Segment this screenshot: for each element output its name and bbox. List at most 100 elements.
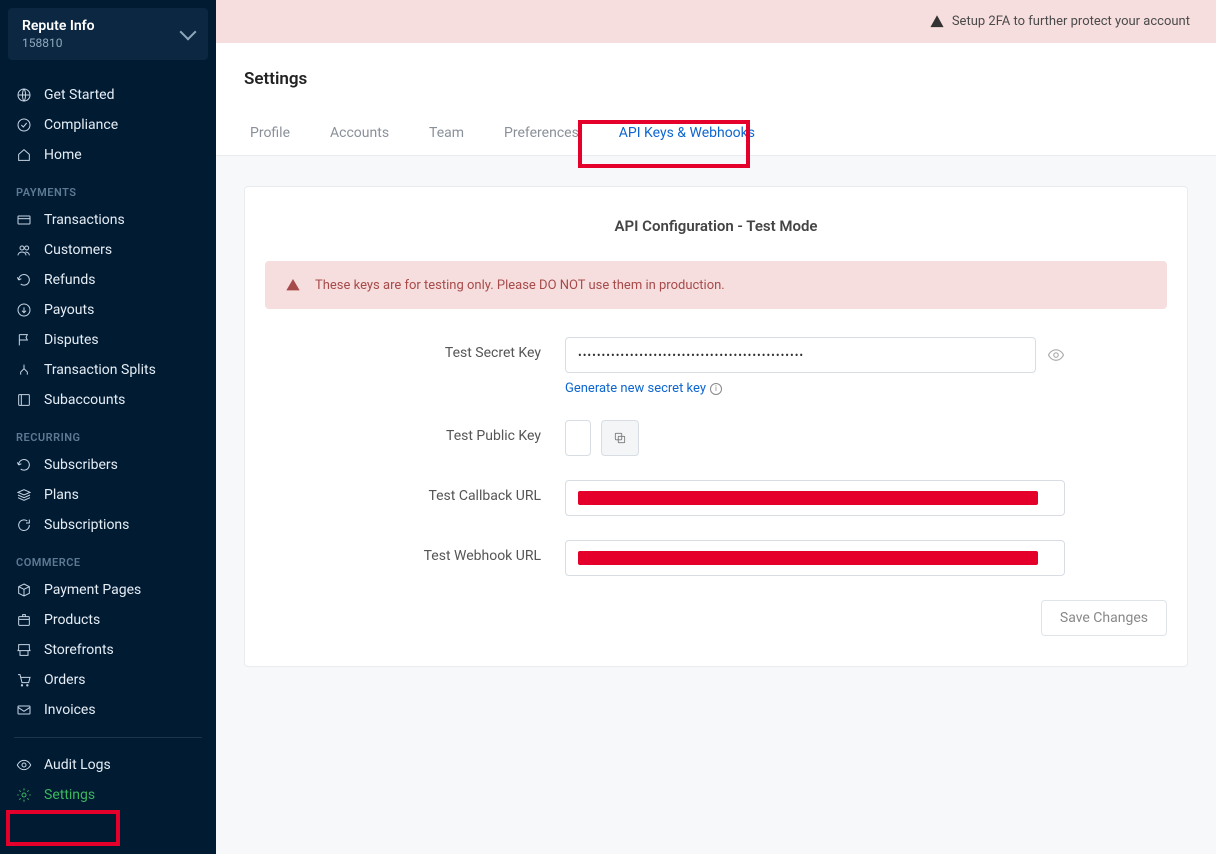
sidebar-item-payment-pages[interactable]: Payment Pages (8, 575, 208, 605)
org-name: Repute Info (22, 18, 95, 34)
org-id: 158810 (22, 36, 95, 50)
redacted-content (578, 491, 1038, 505)
public-key-input[interactable] (565, 420, 591, 456)
sidebar-item-label: Disputes (44, 332, 99, 348)
announcement-banner[interactable]: Setup 2FA to further protect your accoun… (216, 0, 1216, 43)
tab-accounts[interactable]: Accounts (324, 113, 395, 155)
home-icon (16, 147, 32, 163)
sidebar-item-orders[interactable]: Orders (8, 665, 208, 695)
callback-url-input[interactable] (565, 480, 1065, 516)
eye-icon (16, 757, 32, 773)
sidebar-item-label: Refunds (44, 272, 96, 288)
warning-icon (285, 277, 301, 293)
sidebar-item-storefronts[interactable]: Storefronts (8, 635, 208, 665)
tab-api-keys-webhooks[interactable]: API Keys & Webhooks (613, 113, 761, 155)
section-label: RECURRING (8, 415, 208, 450)
sidebar-item-label: Customers (44, 242, 112, 258)
sidebar-item-subaccounts[interactable]: Subaccounts (8, 385, 208, 415)
tab-team[interactable]: Team (423, 113, 470, 155)
sidebar-item-label: Transaction Splits (44, 362, 156, 378)
gear-icon (16, 787, 32, 803)
sidebar-item-transaction-splits[interactable]: Transaction Splits (8, 355, 208, 385)
alert-warning: These keys are for testing only. Please … (265, 261, 1167, 309)
card-title: API Configuration - Test Mode (265, 217, 1167, 235)
sidebar-item-label: Compliance (44, 117, 118, 133)
flag-icon (16, 332, 32, 348)
copy-public-key-button[interactable] (601, 420, 639, 456)
tab-preferences[interactable]: Preferences (498, 113, 585, 155)
sidebar-item-label: Subscriptions (44, 517, 129, 533)
tab-profile[interactable]: Profile (244, 113, 296, 155)
sidebar-item-disputes[interactable]: Disputes (8, 325, 208, 355)
cube-icon (16, 582, 32, 598)
callback-url-label: Test Callback URL (265, 480, 565, 504)
copy-icon (613, 431, 627, 445)
undo-icon (16, 457, 32, 473)
eye-icon (1047, 346, 1065, 364)
sidebar-item-label: Home (44, 147, 82, 163)
sidebar-item-refunds[interactable]: Refunds (8, 265, 208, 295)
sidebar-item-settings[interactable]: Settings (8, 780, 208, 810)
generate-key-link[interactable]: Generate new secret key i (565, 381, 722, 396)
card-icon (16, 212, 32, 228)
sidebar-item-label: Subaccounts (44, 392, 125, 408)
sidebar-item-label: Storefronts (44, 642, 114, 658)
api-config-card: API Configuration - Test Mode These keys… (244, 186, 1188, 667)
sidebar-item-label: Subscribers (44, 457, 118, 473)
subaccount-icon (16, 392, 32, 408)
sidebar-item-payouts[interactable]: Payouts (8, 295, 208, 325)
sidebar-item-plans[interactable]: Plans (8, 480, 208, 510)
tabs: Profile Accounts Team Preferences API Keys &… (244, 113, 1188, 155)
section-label: COMMERCE (8, 540, 208, 575)
warning-icon (930, 15, 944, 29)
webhook-url-input[interactable] (565, 540, 1065, 576)
check-circle-icon (16, 117, 32, 133)
sidebar-item-compliance[interactable]: Compliance (8, 110, 208, 140)
box-icon (16, 612, 32, 628)
secret-key-label: Test Secret Key (265, 337, 565, 361)
page-title: Settings (244, 69, 1188, 89)
secret-key-input[interactable] (565, 337, 1036, 373)
sidebar-item-label: Audit Logs (44, 757, 111, 773)
sidebar-item-label: Settings (44, 787, 95, 803)
banner-text: Setup 2FA to further protect your accoun… (952, 14, 1190, 29)
reveal-secret-button[interactable] (1046, 345, 1065, 365)
undo-icon (16, 272, 32, 288)
sidebar-item-label: Plans (44, 487, 79, 503)
sidebar-item-invoices[interactable]: Invoices (8, 695, 208, 725)
save-changes-button[interactable]: Save Changes (1041, 600, 1167, 636)
chevron-down-icon (180, 24, 197, 41)
alert-text: These keys are for testing only. Please … (315, 278, 725, 293)
content: API Configuration - Test Mode These keys… (216, 156, 1216, 697)
main-content: Setup 2FA to further protect your accoun… (216, 0, 1216, 854)
sidebar-item-label: Products (44, 612, 100, 628)
globe-icon (16, 87, 32, 103)
users-icon (16, 242, 32, 258)
sidebar-item-label: Get Started (44, 87, 115, 103)
public-key-label: Test Public Key (265, 420, 565, 444)
info-icon: i (710, 383, 722, 395)
webhook-url-label: Test Webhook URL (265, 540, 565, 564)
sidebar-item-audit-logs[interactable]: Audit Logs (8, 750, 208, 780)
sidebar-item-label: Orders (44, 672, 86, 688)
refresh-icon (16, 517, 32, 533)
sidebar-item-home[interactable]: Home (8, 140, 208, 170)
store-icon (16, 642, 32, 658)
org-switcher[interactable]: Repute Info 158810 (8, 8, 208, 60)
page-header: Settings Profile Accounts Team Preferences A… (216, 43, 1216, 156)
arrow-down-circle-icon (16, 302, 32, 318)
stack-icon (16, 487, 32, 503)
sidebar-item-subscribers[interactable]: Subscribers (8, 450, 208, 480)
sidebar-item-customers[interactable]: Customers (8, 235, 208, 265)
sidebar-item-label: Transactions (44, 212, 125, 228)
cart-icon (16, 672, 32, 688)
section-label: PAYMENTS (8, 170, 208, 205)
sidebar-item-subscriptions[interactable]: Subscriptions (8, 510, 208, 540)
sidebar-item-label: Payment Pages (44, 582, 141, 598)
split-icon (16, 362, 32, 378)
sidebar: Repute Info 158810 Get Started Compliance… (0, 0, 216, 854)
sidebar-item-label: Payouts (44, 302, 94, 318)
sidebar-item-get-started[interactable]: Get Started (8, 80, 208, 110)
sidebar-item-transactions[interactable]: Transactions (8, 205, 208, 235)
sidebar-item-products[interactable]: Products (8, 605, 208, 635)
